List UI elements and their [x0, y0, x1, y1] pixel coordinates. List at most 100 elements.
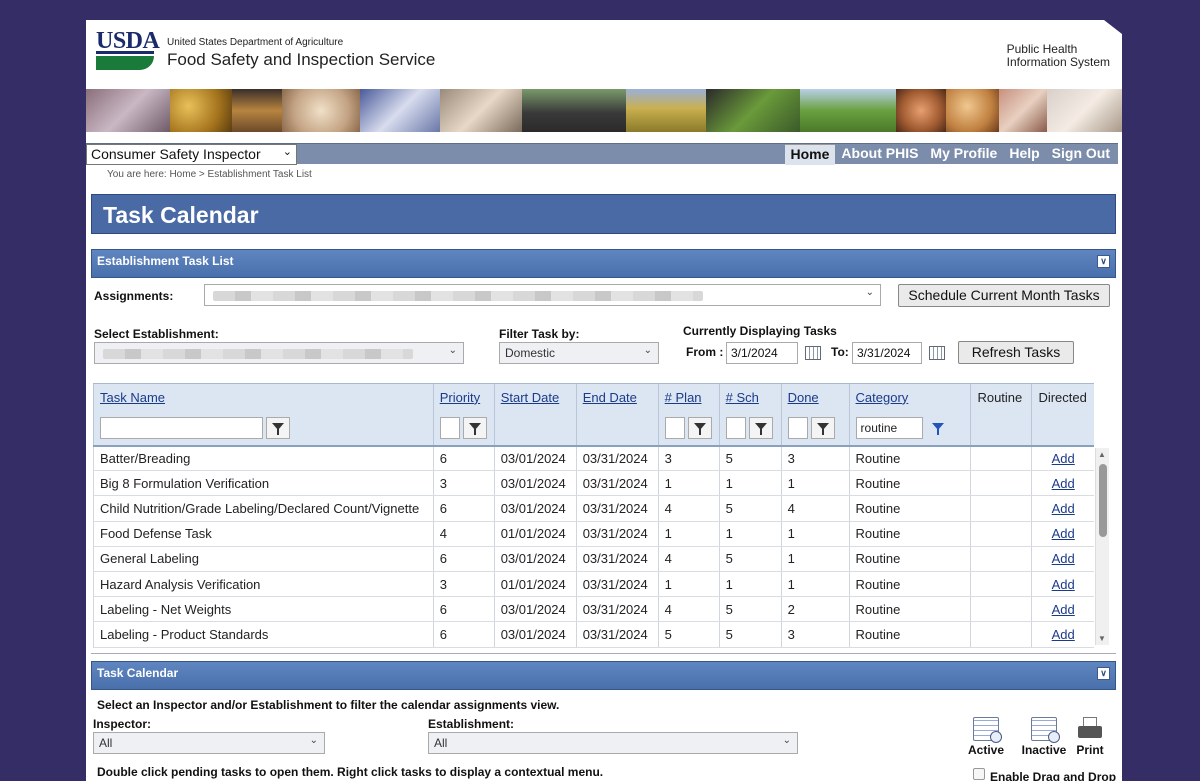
collapse-icon[interactable]: ∨ [1097, 255, 1110, 268]
cell-plan: 4 [657, 596, 720, 623]
photo-poultry [232, 89, 282, 132]
role-select[interactable]: Consumer Safety Inspector ⌄ [86, 144, 297, 165]
cell-routine [970, 445, 1032, 472]
task-table-scrollbar[interactable]: ▲ ▼ [1095, 448, 1109, 645]
table-row[interactable]: Food Defense Task 4 01/01/2024 03/31/2024 1 1… [93, 521, 1094, 547]
cell-priority: 6 [432, 546, 495, 572]
filter-task-select[interactable]: Domestic ⌄ [499, 342, 659, 364]
col-priority[interactable]: Priority [432, 383, 495, 411]
calendar-icon[interactable] [805, 346, 821, 360]
table-row[interactable]: Big 8 Formulation Verification 3 03/01/202… [93, 470, 1094, 497]
nav-help[interactable]: Help [1003, 144, 1045, 165]
section-divider [91, 653, 1116, 654]
table-row[interactable]: General Labeling 6 03/01/2024 03/31/2024 4 5 1… [93, 546, 1094, 572]
cell-plan: 1 [657, 470, 720, 497]
sort-done-link[interactable]: Done [788, 390, 819, 405]
site-header: USDA United States Department of Agricul… [86, 20, 1122, 88]
nav-about-phis[interactable]: About PHIS [835, 144, 924, 165]
print-button[interactable]: Print [1074, 717, 1106, 757]
cell-done: 1 [780, 521, 850, 547]
cell-category: Routine [848, 495, 971, 522]
cell-routine [970, 546, 1032, 572]
chevron-down-icon: ⌄ [448, 345, 457, 356]
table-row[interactable]: Hazard Analysis Verification 3 01/01/2024 0… [93, 571, 1094, 598]
add-directed-link[interactable]: Add [1052, 577, 1075, 592]
plan-filter-input[interactable] [664, 416, 685, 439]
cell-category: Routine [848, 445, 971, 472]
priority-filter-input[interactable] [439, 416, 460, 439]
inactive-label: Inactive [1021, 743, 1067, 757]
col-plan[interactable]: # Plan [657, 383, 720, 411]
filter-icon[interactable] [810, 416, 835, 439]
nav-home[interactable]: Home [784, 144, 836, 165]
cell-start: 03/01/2024 [493, 546, 577, 572]
table-row[interactable]: Child Nutrition/Grade Labeling/Declared … [93, 495, 1094, 522]
cell-plan: 3 [657, 445, 720, 472]
filter-icon[interactable] [748, 416, 773, 439]
scroll-down-icon[interactable]: ▼ [1098, 634, 1106, 643]
cell-sch: 5 [718, 495, 782, 522]
col-category[interactable]: Category [848, 383, 971, 411]
sort-sch-link[interactable]: # Sch [726, 390, 759, 405]
sort-plan-link[interactable]: # Plan [665, 390, 702, 405]
to-date-input[interactable]: 3/31/2024 [852, 342, 922, 364]
scrollbar-thumb[interactable] [1099, 464, 1107, 537]
nav-my-profile[interactable]: My Profile [924, 144, 1003, 165]
sort-start-date-link[interactable]: Start Date [501, 390, 560, 405]
cell-directed: Add [1031, 445, 1094, 472]
category-filter-input[interactable]: routine [855, 416, 923, 439]
collapse-icon[interactable]: ∨ [1097, 667, 1110, 680]
inactive-button[interactable]: Inactive [1020, 717, 1068, 757]
cell-done: 1 [780, 571, 850, 598]
from-date-input[interactable]: 3/1/2024 [726, 342, 798, 364]
add-directed-link[interactable]: Add [1052, 501, 1075, 516]
calendar-icon[interactable] [929, 346, 945, 360]
sort-category-link[interactable]: Category [856, 390, 909, 405]
cell-category: Routine [848, 596, 971, 623]
assignments-select[interactable]: ⌄ [204, 284, 881, 306]
cell-routine [970, 596, 1032, 623]
col-end-date[interactable]: End Date [575, 383, 659, 411]
table-row[interactable]: Batter/Breading 6 03/01/2024 03/31/2024 3 5 3 R… [93, 445, 1094, 472]
cell-plan: 1 [657, 571, 720, 598]
establishment-select[interactable]: ⌄ [94, 342, 464, 364]
cell-plan: 5 [657, 621, 720, 648]
done-filter-input[interactable] [787, 416, 808, 439]
usda-logo[interactable]: USDA [96, 28, 160, 72]
calendar-establishment-select[interactable]: All ⌄ [428, 732, 798, 754]
filter-icon[interactable] [266, 416, 290, 439]
col-start-date[interactable]: Start Date [493, 383, 577, 411]
add-directed-link[interactable]: Add [1052, 551, 1075, 566]
add-directed-link[interactable]: Add [1052, 451, 1075, 466]
cell-end: 03/31/2024 [575, 596, 659, 623]
filter-icon[interactable] [687, 416, 712, 439]
add-directed-link[interactable]: Add [1052, 526, 1075, 541]
cell-routine [970, 470, 1032, 497]
add-directed-link[interactable]: Add [1052, 602, 1075, 617]
schedule-current-month-button[interactable]: Schedule Current Month Tasks [898, 284, 1110, 307]
col-task-name[interactable]: Task Name [93, 383, 434, 411]
sch-filter-input[interactable] [725, 416, 746, 439]
filter-icon[interactable] [926, 417, 950, 439]
nav-sign-out[interactable]: Sign Out [1046, 144, 1116, 165]
filter-task-value: Domestic [505, 346, 556, 360]
col-sch[interactable]: # Sch [718, 383, 782, 411]
active-button[interactable]: Active [966, 717, 1006, 757]
table-row[interactable]: Labeling - Product Standards 6 03/01/2024 0… [93, 621, 1094, 648]
sort-priority-link[interactable]: Priority [440, 390, 480, 405]
filter-icon[interactable] [462, 416, 487, 439]
task-name-filter-input[interactable] [100, 416, 263, 439]
sort-end-date-link[interactable]: End Date [583, 390, 637, 405]
sort-task-name-link[interactable]: Task Name [100, 390, 165, 405]
cell-priority: 6 [432, 495, 495, 522]
inspector-select[interactable]: All ⌄ [93, 732, 325, 754]
add-directed-link[interactable]: Add [1052, 476, 1075, 491]
cell-done: 2 [780, 596, 850, 623]
scroll-up-icon[interactable]: ▲ [1098, 450, 1106, 459]
filter-task-label: Filter Task by: [499, 327, 580, 341]
table-row[interactable]: Labeling - Net Weights 6 03/01/2024 03/31/2… [93, 596, 1094, 623]
col-done[interactable]: Done [780, 383, 850, 411]
add-directed-link[interactable]: Add [1052, 627, 1075, 642]
drag-drop-checkbox[interactable] [973, 768, 985, 780]
refresh-tasks-button[interactable]: Refresh Tasks [958, 341, 1074, 364]
